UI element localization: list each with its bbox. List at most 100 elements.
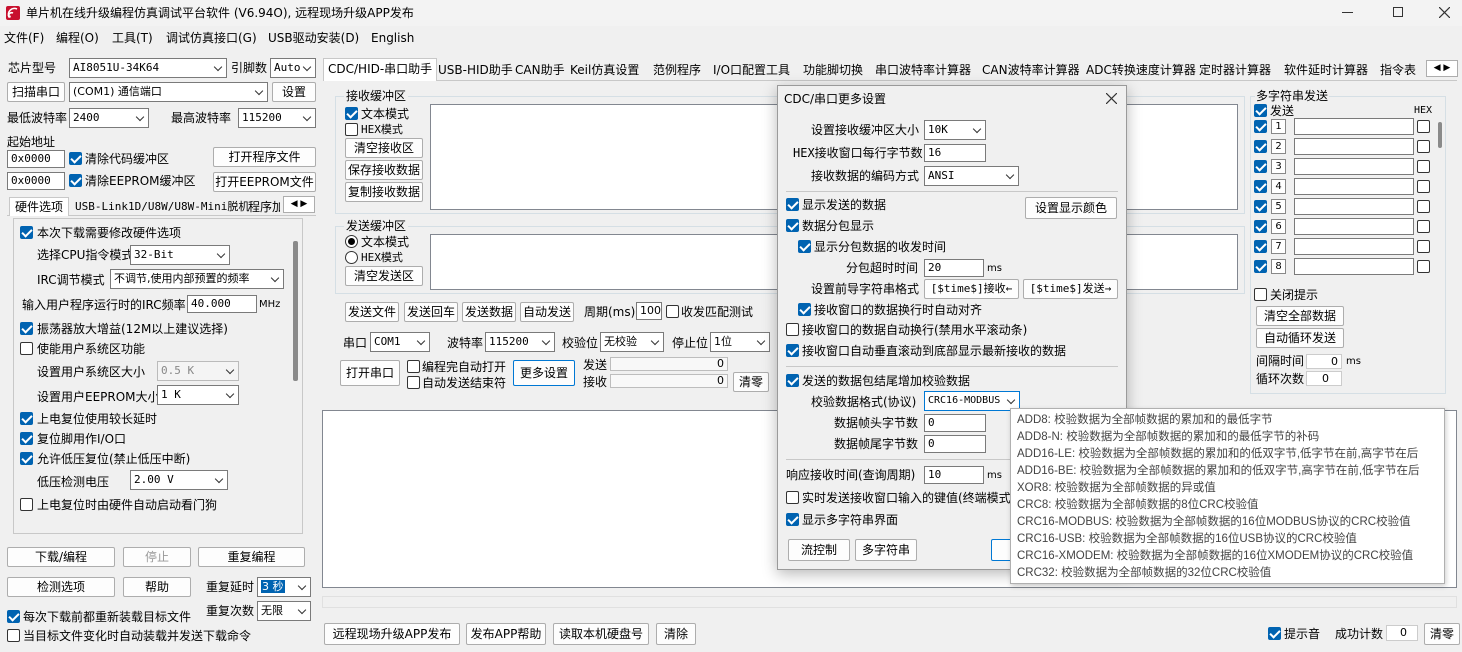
tab-timer[interactable]: 定时器计算器 [1199,60,1271,80]
osc-gain-checkbox[interactable] [20,322,33,335]
parity-select[interactable]: 无校验 [600,332,664,352]
clear-receive-button[interactable]: 清空接收区 [345,138,423,158]
multi-row-hex-checkbox[interactable] [1417,120,1430,133]
menu-english[interactable]: English [371,30,414,46]
tab-can-baud[interactable]: CAN波特率计算器 [982,60,1080,80]
multi-row-number[interactable]: 2 [1271,139,1286,154]
multi-row-send-checkbox[interactable] [1254,180,1267,193]
multi-row-number[interactable]: 7 [1271,239,1286,254]
prefix-send-button[interactable]: [$time$]发送→ [1023,279,1118,299]
auto-wrap-checkbox[interactable] [786,323,799,336]
auto-scroll-checkbox[interactable] [786,344,799,357]
chip-model-select[interactable]: AI8051U-34K64 [69,58,227,78]
close-icon[interactable] [1439,7,1450,18]
tab-uart-baud[interactable]: 串口波特率计算器 [875,60,971,80]
pins-select[interactable]: Auto [270,58,316,78]
max-baud-select[interactable]: 115200 [238,108,316,128]
irc-mode-select[interactable]: 不调节,使用内部预置的频率 [110,269,284,289]
hex-bytes-input[interactable]: 16 [924,144,986,162]
multi-string-button[interactable]: 多字符串 [855,539,917,561]
reprogram-button[interactable]: 重复编程 [198,547,305,567]
auto-send-button[interactable]: 自动发送 [520,302,574,322]
tab-pin-switch[interactable]: 功能脚切换 [803,60,863,80]
stop-bits-select[interactable]: 1位 [710,332,770,352]
packet-time-checkbox[interactable] [798,240,811,253]
tab-keil[interactable]: Keil仿真设置 [570,60,639,80]
multi-row-send-checkbox[interactable] [1254,140,1267,153]
multi-row-send-checkbox[interactable] [1254,200,1267,213]
packet-timeout-input[interactable]: 20 [924,259,984,277]
sys-area-size-select[interactable]: 0.5 K [157,361,239,381]
prefix-recv-button[interactable]: [$time$]接收← [924,279,1019,299]
tab-usb-hid[interactable]: USB-HID助手 [438,60,513,80]
menu-tools[interactable]: 工具(T) [112,30,153,46]
response-time-input[interactable]: 10 [924,466,984,484]
multi-row-input[interactable] [1294,218,1414,235]
tab-io-config[interactable]: I/O口配置工具 [713,60,790,80]
multi-row-number[interactable]: 5 [1271,199,1286,214]
head-bytes-input[interactable]: 0 [924,414,986,432]
auto-load-checkbox[interactable] [7,629,20,642]
repeat-count-select[interactable]: 无限 [257,601,311,621]
multi-row-hex-checkbox[interactable] [1417,200,1430,213]
reset-io-checkbox[interactable] [20,432,33,445]
success-clear-button[interactable]: 清零 [1424,623,1460,645]
multi-row-number[interactable]: 8 [1271,259,1286,274]
match-test-checkbox[interactable] [666,305,679,318]
menu-program[interactable]: 编程(O) [56,30,99,46]
multi-send-all-checkbox[interactable] [1254,104,1267,117]
open-eeprom-button[interactable]: 打开EEPROM文件 [213,172,316,192]
send-data-button[interactable]: 发送数据 [462,302,516,322]
tab-delay[interactable]: 软件延时计算器 [1284,60,1368,80]
dialog-close-icon[interactable] [1106,93,1117,104]
multi-row-input[interactable] [1294,238,1414,255]
read-disk-button[interactable]: 读取本机硬盘号 [553,623,649,645]
watchdog-checkbox[interactable] [20,498,33,511]
multi-row-hex-checkbox[interactable] [1417,180,1430,193]
multi-row-input[interactable] [1294,178,1414,195]
tab-cdc-hid[interactable]: CDC/HID-串口助手 [323,58,438,81]
low-volt-select[interactable]: 2.00 V [130,470,228,490]
multi-row-send-checkbox[interactable] [1254,220,1267,233]
port-select[interactable]: (COM1) 通信端口 [69,82,268,102]
low-volt-reset-checkbox[interactable] [20,452,33,465]
tab-usb-link[interactable]: USB-Link1D/U8W/U8W-Mini脱机 [75,199,249,215]
reload-each-checkbox[interactable] [7,610,20,623]
multi-row-send-checkbox[interactable] [1254,260,1267,273]
clear-code-checkbox[interactable] [69,152,82,165]
multi-row-send-checkbox[interactable] [1254,160,1267,173]
add-check-checkbox[interactable] [786,374,799,387]
open-program-button[interactable]: 打开程序文件 [213,147,316,167]
menu-debug[interactable]: 调试仿真接口(G) [166,30,257,46]
clear-output-button[interactable]: 清除 [656,623,696,645]
baud-select[interactable]: 115200 [485,332,555,352]
save-receive-button[interactable]: 保存接收数据 [345,160,423,180]
menu-file[interactable]: 文件(F) [4,30,44,46]
tab-can[interactable]: CAN助手 [515,60,565,80]
clear-send-button[interactable]: 清空发送区 [345,266,423,286]
set-color-button[interactable]: 设置显示颜色 [1025,197,1117,219]
packet-show-checkbox[interactable] [786,219,799,232]
realtime-send-checkbox[interactable] [786,491,799,504]
multi-row-hex-checkbox[interactable] [1417,240,1430,253]
tab-examples[interactable]: 范例程序 [653,60,701,80]
more-settings-button[interactable]: 更多设置 [513,360,575,386]
multi-row-input[interactable] [1294,158,1414,175]
multi-row-hex-checkbox[interactable] [1417,260,1430,273]
remote-publish-button[interactable]: 远程现场升级APP发布 [324,623,460,645]
multi-row-hex-checkbox[interactable] [1417,220,1430,233]
tab-instructions[interactable]: 指令表 [1380,60,1416,80]
long-delay-checkbox[interactable] [20,412,33,425]
auto-loop-send-button[interactable]: 自动循环发送 [1256,328,1344,348]
multi-row-hex-checkbox[interactable] [1417,140,1430,153]
tab-program-add[interactable]: 程序加 [248,199,280,215]
tab-hardware-options[interactable]: 硬件选项 [9,197,70,216]
multi-row-send-checkbox[interactable] [1254,120,1267,133]
multi-row-input[interactable] [1294,138,1414,155]
flow-control-button[interactable]: 流控制 [788,539,850,561]
auto-align-checkbox[interactable] [798,303,811,316]
multi-row-send-checkbox[interactable] [1254,240,1267,253]
open-port-button[interactable]: 打开串口 [340,360,400,386]
stop-button[interactable]: 停止 [123,547,191,567]
menu-usb-driver[interactable]: USB驱动安装(D) [268,30,359,46]
